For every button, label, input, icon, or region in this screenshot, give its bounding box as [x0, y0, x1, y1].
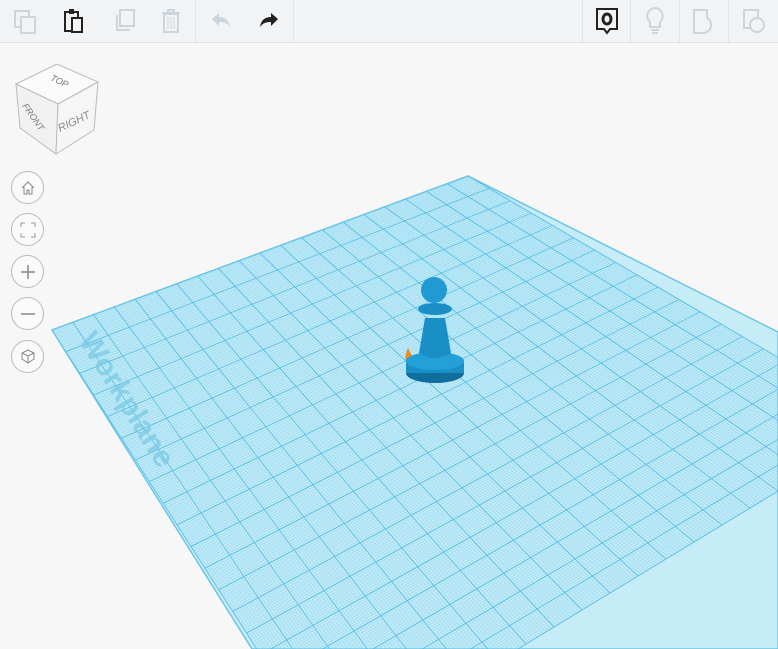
- toolbar: [0, 0, 778, 43]
- plus-icon: [20, 264, 35, 279]
- trash-icon: [162, 9, 180, 33]
- home-view-button[interactable]: [11, 171, 44, 204]
- redo-icon: [260, 13, 278, 27]
- shape-button[interactable]: [680, 0, 729, 42]
- copy-icon: [13, 10, 36, 34]
- group-button[interactable]: [729, 0, 778, 42]
- box-icon: [21, 348, 34, 364]
- home-icon: [21, 180, 34, 194]
- duplicate-button[interactable]: [98, 0, 147, 42]
- shape-icon: [693, 9, 713, 35]
- zoom-in-button[interactable]: [11, 255, 44, 288]
- view-cube[interactable]: TOP FRONT RIGHT: [14, 64, 100, 156]
- lightbulb-icon: [646, 6, 664, 34]
- notes-button[interactable]: [582, 0, 631, 42]
- zoom-out-button[interactable]: [11, 297, 44, 330]
- light-button[interactable]: [631, 0, 680, 42]
- eye-note-icon: [595, 8, 618, 35]
- workplane-viewport[interactable]: Workplane: [0, 43, 778, 649]
- delete-button[interactable]: [147, 0, 196, 42]
- paste-icon: [63, 9, 83, 33]
- redo-button[interactable]: [245, 0, 294, 42]
- fit-icon: [20, 222, 35, 237]
- fit-view-button[interactable]: [11, 213, 44, 246]
- undo-button[interactable]: [196, 0, 245, 42]
- duplicate-icon: [115, 9, 135, 31]
- perspective-button[interactable]: [11, 340, 44, 373]
- undo-icon: [211, 13, 230, 27]
- copy-button[interactable]: [0, 0, 49, 42]
- minus-icon: [20, 312, 35, 315]
- group-icon: [742, 9, 765, 33]
- paste-button[interactable]: [49, 0, 98, 42]
